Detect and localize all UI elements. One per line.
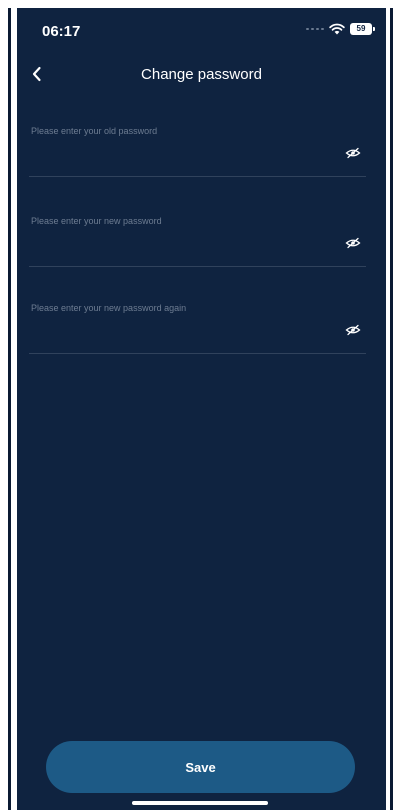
cellular-signal-icon	[306, 28, 324, 30]
confirm-password-visibility-toggle[interactable]	[344, 321, 362, 339]
home-indicator[interactable]	[132, 801, 268, 805]
save-button[interactable]: Save	[46, 741, 355, 793]
screen-edge-right	[390, 8, 393, 810]
eye-off-icon	[345, 237, 361, 249]
page-title: Change password	[141, 66, 262, 83]
new-password-visibility-toggle[interactable]	[344, 234, 362, 252]
battery-icon: 59	[350, 23, 375, 35]
nav-bar: Change password	[17, 60, 386, 90]
confirm-password-field	[29, 295, 366, 354]
eye-off-icon	[345, 324, 361, 336]
confirm-password-input[interactable]	[29, 295, 329, 351]
eye-off-icon	[345, 147, 361, 159]
old-password-visibility-toggle[interactable]	[344, 144, 362, 162]
phone-screen: 06:17 59 Change password Save	[17, 8, 386, 810]
status-time: 06:17	[42, 23, 81, 40]
status-icons: 59	[306, 23, 375, 35]
old-password-field	[29, 118, 366, 177]
old-password-input[interactable]	[29, 118, 329, 174]
wifi-icon	[329, 23, 345, 35]
new-password-field	[29, 208, 366, 267]
battery-level: 59	[356, 24, 366, 33]
screen-edge-left	[8, 8, 11, 810]
status-bar: 06:17 59	[17, 8, 386, 54]
new-password-input[interactable]	[29, 208, 329, 264]
